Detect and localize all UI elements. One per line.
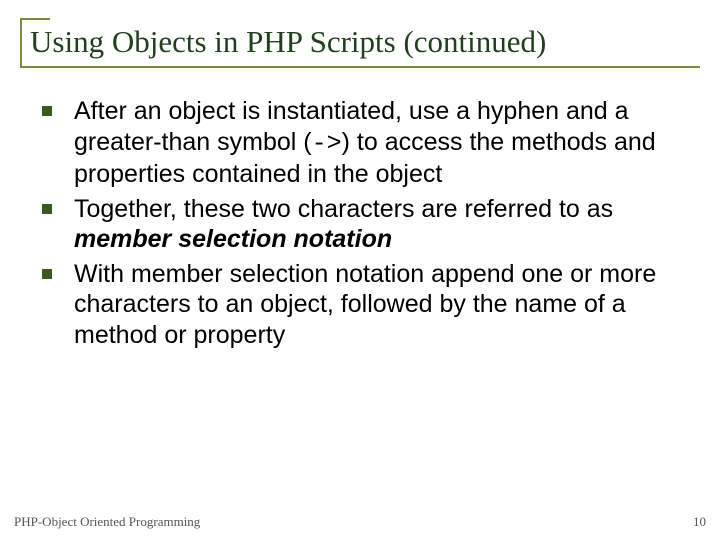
slide-body: After an object is instantiated, use a h…	[40, 96, 680, 354]
slide: Using Objects in PHP Scripts (continued)…	[0, 0, 720, 540]
title-block: Using Objects in PHP Scripts (continued)	[20, 18, 700, 68]
list-item: After an object is instantiated, use a h…	[40, 96, 680, 190]
bullet-text: Together, these two characters are refer…	[74, 195, 613, 223]
title-rule-top	[20, 18, 50, 20]
emphasis-term: member selection notation	[74, 225, 392, 253]
bullet-list: After an object is instantiated, use a h…	[40, 96, 680, 350]
title-rule-left	[20, 18, 22, 68]
footer-left: PHP-Object Oriented Programming	[14, 514, 200, 530]
page-number: 10	[693, 514, 706, 530]
slide-title: Using Objects in PHP Scripts (continued)	[20, 18, 700, 68]
list-item: Together, these two characters are refer…	[40, 194, 680, 255]
list-item: With member selection notation append on…	[40, 259, 680, 351]
code-arrow: ->	[312, 129, 342, 158]
bullet-text: With member selection notation append on…	[74, 260, 656, 349]
